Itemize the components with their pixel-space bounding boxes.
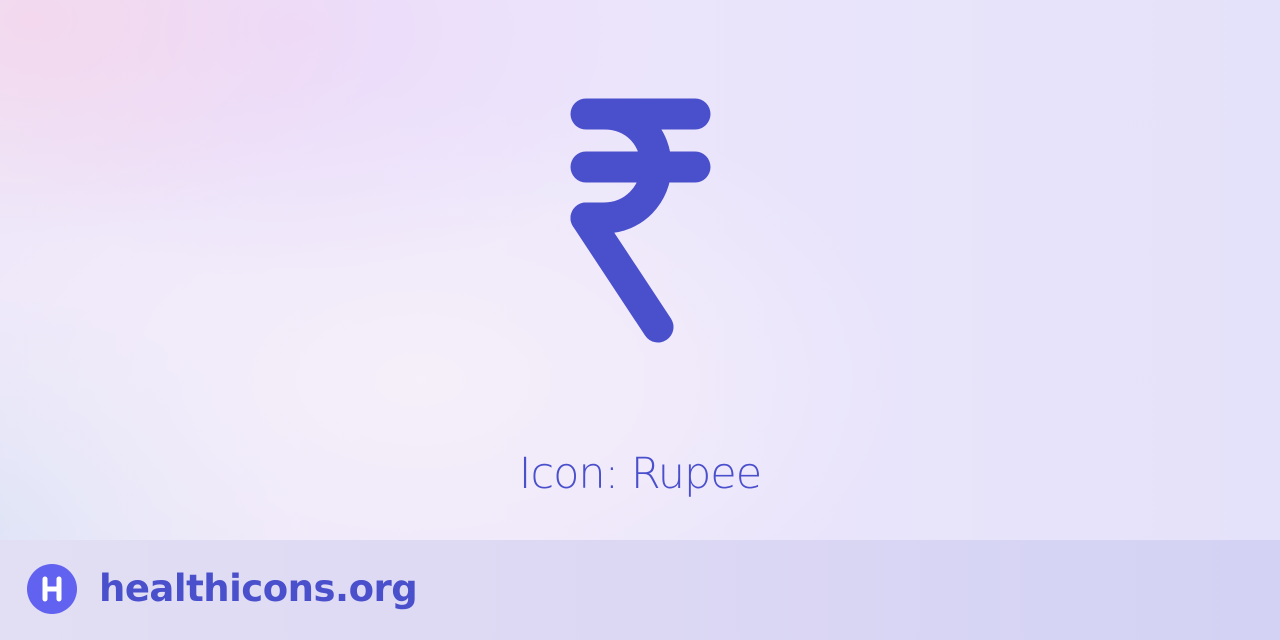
site-link[interactable]: healthicons.org	[99, 564, 418, 614]
title-prefix: Icon:	[518, 449, 619, 499]
healthicons-logo-icon[interactable]	[27, 564, 77, 614]
icon-title: Icon: Rupee	[0, 446, 1280, 502]
footer-bar: healthicons.org	[0, 540, 1280, 640]
rupee-icon	[560, 90, 720, 350]
title-icon-name: Rupee	[630, 449, 762, 499]
